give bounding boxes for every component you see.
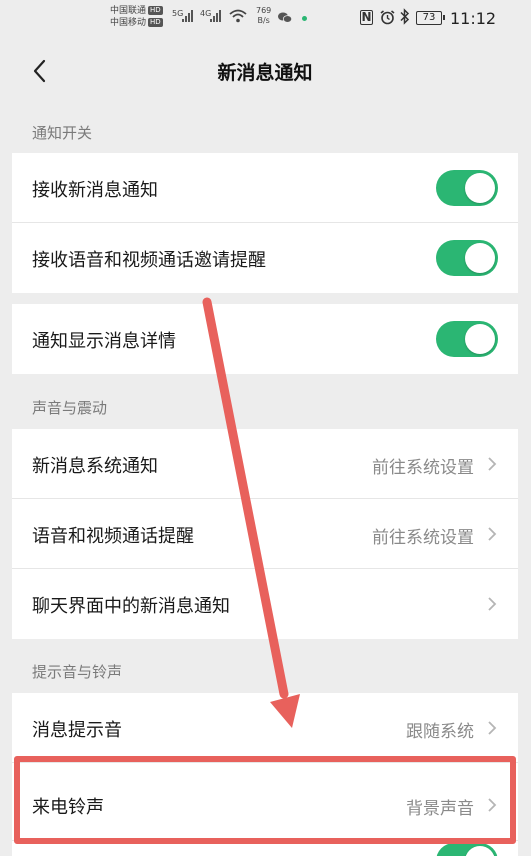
network-speed: 769 B/s	[256, 6, 271, 26]
signal-bars-icon	[210, 10, 221, 22]
partial-toggle-switch[interactable]	[436, 843, 498, 856]
row-call-invite-reminder: 接收语音和视频通话邀请提醒	[12, 223, 518, 293]
status-bar: 中国联通 HD 中国移动 HD 5G 4G 769 B/s N 73 11:12	[12, 0, 518, 38]
clock: 11:12	[450, 9, 497, 28]
section-title-notify: 通知开关	[32, 124, 93, 142]
hd-badge: HD	[148, 6, 163, 15]
wechat-icon	[278, 12, 292, 23]
carrier-1: 中国联通	[110, 6, 147, 16]
toggle-knob	[465, 173, 495, 203]
chevron-right-icon	[488, 527, 497, 541]
sound-card: 新消息系统通知 前往系统设置 语音和视频通话提醒 前往系统设置 聊天界面中的新消…	[12, 429, 518, 639]
row-value: 跟随系统	[406, 722, 474, 742]
alarm-icon	[380, 10, 395, 25]
speed-unit: B/s	[257, 16, 270, 25]
chevron-right-icon	[488, 457, 497, 471]
screen: 中国联通 HD 中国移动 HD 5G 4G 769 B/s N 73 11:12…	[0, 0, 531, 856]
notification-dot-icon	[302, 16, 307, 21]
bluetooth-icon	[400, 8, 410, 25]
toggle-switch[interactable]	[436, 321, 498, 357]
carrier-info: 中国联通 HD 中国移动 HD	[110, 5, 163, 29]
row-call-reminder[interactable]: 语音和视频通话提醒 前往系统设置	[12, 499, 518, 569]
row-label: 接收语音和视频通话邀请提醒	[32, 250, 266, 271]
carrier-2: 中国移动	[110, 18, 147, 28]
row-label: 通知显示消息详情	[32, 331, 176, 352]
row-show-message-details: 通知显示消息详情	[12, 304, 518, 374]
row-label: 接收新消息通知	[32, 180, 158, 201]
chevron-right-icon	[488, 597, 497, 611]
chevron-right-icon	[488, 721, 497, 735]
row-message-tone[interactable]: 消息提示音 跟随系统	[12, 693, 518, 763]
row-value: 前往系统设置	[372, 528, 474, 548]
row-in-chat-notification[interactable]: 聊天界面中的新消息通知	[12, 569, 518, 639]
speed-value: 769	[256, 6, 272, 15]
notify-card: 接收新消息通知 接收语音和视频通话邀请提醒	[12, 153, 518, 293]
row-receive-new-message: 接收新消息通知	[12, 153, 518, 223]
signal-bars-icon	[182, 10, 193, 22]
details-card: 通知显示消息详情	[12, 304, 518, 374]
row-system-notification[interactable]: 新消息系统通知 前往系统设置	[12, 429, 518, 499]
wifi-icon	[229, 9, 247, 23]
toggle-knob	[465, 846, 495, 856]
row-label: 消息提示音	[32, 720, 122, 741]
nav-bar: 新消息通知	[12, 38, 518, 108]
row-value: 前往系统设置	[372, 458, 474, 478]
toggle-knob	[465, 324, 495, 354]
page-title: 新消息通知	[217, 62, 313, 84]
toggle-switch[interactable]	[436, 170, 498, 206]
section-title-ringtone: 提示音与铃声	[32, 663, 123, 681]
highlight-box	[14, 756, 516, 844]
toggle-switch[interactable]	[436, 240, 498, 276]
row-label: 新消息系统通知	[32, 456, 158, 477]
section-title-sound: 声音与震动	[32, 399, 108, 417]
toggle-knob	[465, 243, 495, 273]
row-label: 语音和视频通话提醒	[32, 526, 194, 547]
battery-icon: 73	[416, 11, 445, 25]
row-label: 聊天界面中的新消息通知	[32, 596, 230, 617]
settings-screen: 中国联通 HD 中国移动 HD 5G 4G 769 B/s N 73 11:12…	[12, 0, 518, 856]
nfc-icon: N	[360, 10, 373, 25]
hd-badge: HD	[148, 18, 163, 27]
